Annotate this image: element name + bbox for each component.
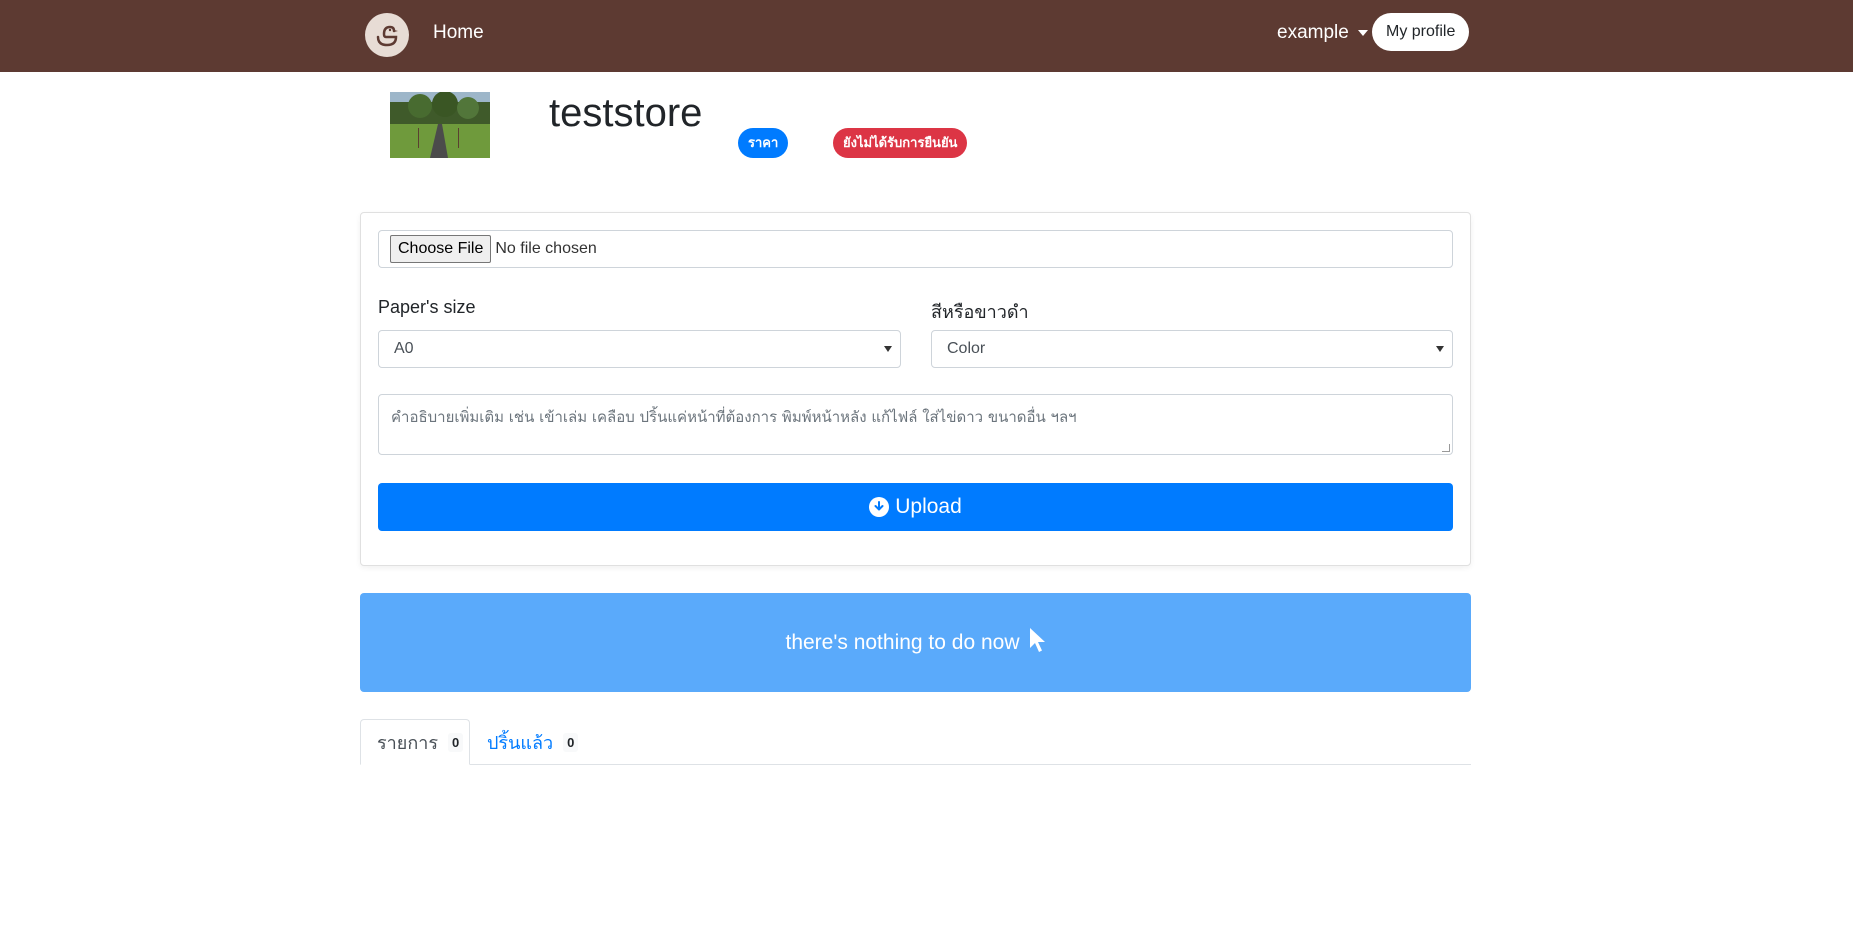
dropdown-arrow-icon [884,346,892,352]
paper-size-label: Paper's size [378,297,476,317]
caret-down-icon [1357,30,1368,36]
my-profile-button[interactable]: My profile [1372,13,1470,51]
choose-file-button[interactable]: Choose File [390,235,492,263]
dropdown-arrow-icon [1436,346,1444,352]
color-mode-select[interactable]: Color [931,330,1453,368]
notes-placeholder: คำอธิบายเพิ่มเติม เช่น เข้าเล่ม เคลือบ ป… [391,408,1077,426]
store-image [390,92,490,158]
paper-size-value: A0 [394,340,414,357]
tab-list-label: รายการ [377,732,438,753]
notes-textarea[interactable]: คำอธิบายเพิ่มเติม เช่น เข้าเล่ม เคลือบ ป… [378,394,1453,455]
user-name: example [1277,22,1349,43]
tab-list[interactable]: รายการ 0 [360,719,470,765]
price-badge[interactable]: ราคา [738,128,789,158]
tab-list-count: 0 [448,732,464,752]
color-mode-label: สีหรือขาวดำ [931,302,1029,322]
mouse-pointer-icon [1028,627,1046,659]
download-circle-icon [869,497,890,517]
color-mode-value: Color [947,340,986,357]
tab-printed-count: 0 [563,732,579,752]
file-input[interactable]: Choose File No file chosen [378,230,1453,268]
resize-grip-icon[interactable] [1442,444,1450,452]
tab-printed-label: ปริ้นแล้ว [487,732,554,753]
paper-size-select[interactable]: A0 [378,330,901,368]
store-name: teststore [549,91,703,135]
user-dropdown[interactable]: example [1277,22,1368,44]
upload-label: Upload [895,495,962,518]
tab-printed[interactable]: ปริ้นแล้ว 0 [471,719,579,765]
top-navbar: Home example My profile [0,0,1853,72]
empty-status-message: there's nothing to do now [785,630,1020,654]
nav-home-link[interactable]: Home [433,22,484,44]
duck-logo-icon[interactable] [365,13,409,57]
empty-status-box: there's nothing to do now [360,593,1471,692]
upload-card: Choose File No file chosen Paper's size … [360,212,1471,566]
unverified-status-badge: ยังไม่ได้รับการยืนยัน [833,128,968,158]
upload-button[interactable]: Upload [378,483,1453,531]
file-status-text: No file chosen [495,240,597,257]
